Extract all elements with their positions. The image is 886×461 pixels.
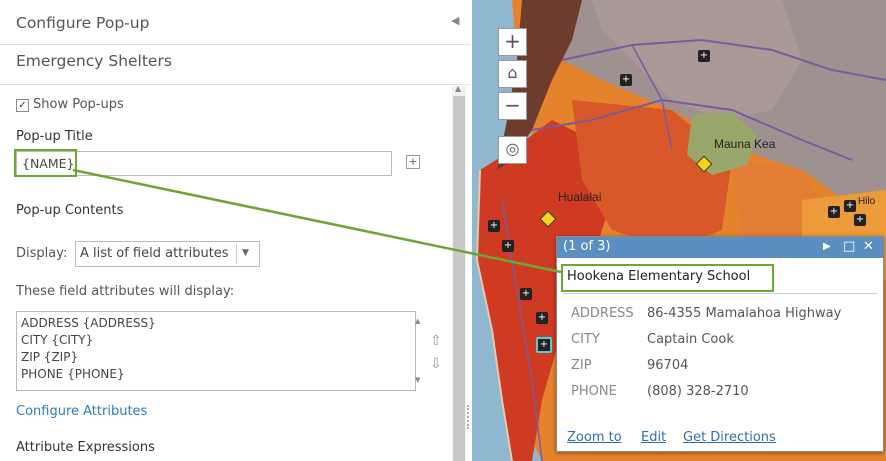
- place-label: Mauna Kea: [714, 137, 776, 151]
- list-item[interactable]: ADDRESS {ADDRESS}: [21, 316, 156, 330]
- popup-divider: [563, 293, 877, 294]
- locate-button[interactable]: ◎: [498, 136, 527, 164]
- selected-shelter-marker-icon[interactable]: +: [536, 337, 552, 353]
- zoom-to-link[interactable]: Zoom to: [567, 430, 622, 445]
- field-value: 96704: [647, 358, 689, 373]
- get-directions-link[interactable]: Get Directions: [683, 430, 776, 445]
- popup-count: (1 of 3): [563, 239, 611, 254]
- popup-contents-label: Pop-up Contents: [16, 203, 124, 218]
- show-popups-checkbox[interactable]: ✓: [16, 99, 29, 112]
- field-value: 86-4355 Mamalahoa Highway: [647, 306, 842, 321]
- shelter-marker-icon[interactable]: +: [488, 220, 500, 232]
- display-select[interactable]: A list of field attributes ▼: [75, 241, 260, 267]
- zoom-out-button[interactable]: −: [498, 92, 527, 120]
- edit-link[interactable]: Edit: [641, 430, 666, 445]
- field-key: ADDRESS: [571, 306, 634, 321]
- shelter-marker-icon[interactable]: +: [844, 200, 856, 212]
- popup-titlebar: (1 of 3) ▶ □ ✕: [557, 237, 883, 258]
- shelter-marker-icon[interactable]: +: [828, 206, 840, 218]
- home-button[interactable]: ⌂: [498, 60, 527, 88]
- shelter-marker-icon[interactable]: +: [854, 214, 866, 226]
- shelter-marker-icon[interactable]: +: [536, 312, 548, 324]
- layer-header: Emergency Shelters: [0, 44, 470, 85]
- field-value: (808) 328-2710: [647, 384, 749, 399]
- place-label: Hilo: [858, 196, 876, 207]
- display-label: Display:: [16, 246, 68, 261]
- add-field-icon[interactable]: +: [406, 155, 420, 169]
- popup-title-label: Pop-up Title: [16, 129, 93, 144]
- scroll-up-icon[interactable]: ▲: [455, 84, 461, 93]
- shelter-marker-icon[interactable]: +: [620, 74, 632, 86]
- panel-header: Configure Pop-up: [0, 0, 470, 45]
- list-scroll-down-icon[interactable]: ▼: [415, 376, 420, 384]
- maximize-icon[interactable]: □: [843, 239, 855, 254]
- configure-attributes-link[interactable]: Configure Attributes: [16, 404, 147, 419]
- collapse-panel-icon[interactable]: ◀: [451, 14, 459, 27]
- shelter-marker-icon[interactable]: +: [502, 240, 514, 252]
- panel-resize-handle[interactable]: [467, 405, 470, 429]
- locate-icon: ◎: [505, 139, 520, 158]
- field-value: Captain Cook: [647, 332, 734, 347]
- layer-name: Emergency Shelters: [16, 52, 172, 70]
- shelter-marker-icon[interactable]: +: [520, 288, 532, 300]
- next-icon[interactable]: ▶: [823, 241, 831, 252]
- configure-popup-panel: Configure Pop-up Emergency Shelters ◀ ✓ …: [0, 0, 470, 461]
- list-scroll-up-icon[interactable]: ▲: [415, 317, 420, 325]
- field-key: PHONE: [571, 384, 617, 399]
- list-item[interactable]: CITY {CITY}: [21, 333, 93, 347]
- field-key: CITY: [571, 332, 600, 347]
- close-icon[interactable]: ✕: [863, 239, 874, 254]
- popup-title-highlight-box: [561, 264, 774, 292]
- move-up-icon[interactable]: ⇧: [430, 333, 442, 349]
- field-key: ZIP: [571, 358, 592, 373]
- zoom-in-button[interactable]: +: [498, 28, 527, 56]
- home-icon: ⌂: [507, 63, 518, 82]
- list-item[interactable]: PHONE {PHONE}: [21, 367, 125, 381]
- title-highlight-box: [14, 149, 77, 177]
- place-label: Hualalai: [558, 190, 602, 204]
- display-value: A list of field attributes: [80, 246, 229, 261]
- panel-title: Configure Pop-up: [16, 14, 150, 32]
- chevron-down-icon: ▼: [242, 248, 249, 258]
- move-down-icon[interactable]: ⇩: [430, 356, 442, 372]
- select-separator: [236, 244, 237, 264]
- shelter-marker-icon[interactable]: +: [698, 50, 710, 62]
- attribute-expressions-label: Attribute Expressions: [16, 440, 155, 455]
- fields-label: These field attributes will display:: [16, 284, 235, 299]
- show-popups-label: Show Pop-ups: [33, 97, 124, 112]
- list-item[interactable]: ZIP {ZIP}: [21, 350, 78, 364]
- field-attributes-list[interactable]: ADDRESS {ADDRESS} CITY {CITY} ZIP {ZIP} …: [16, 311, 420, 391]
- panel-scrollbar-thumb[interactable]: [453, 96, 465, 461]
